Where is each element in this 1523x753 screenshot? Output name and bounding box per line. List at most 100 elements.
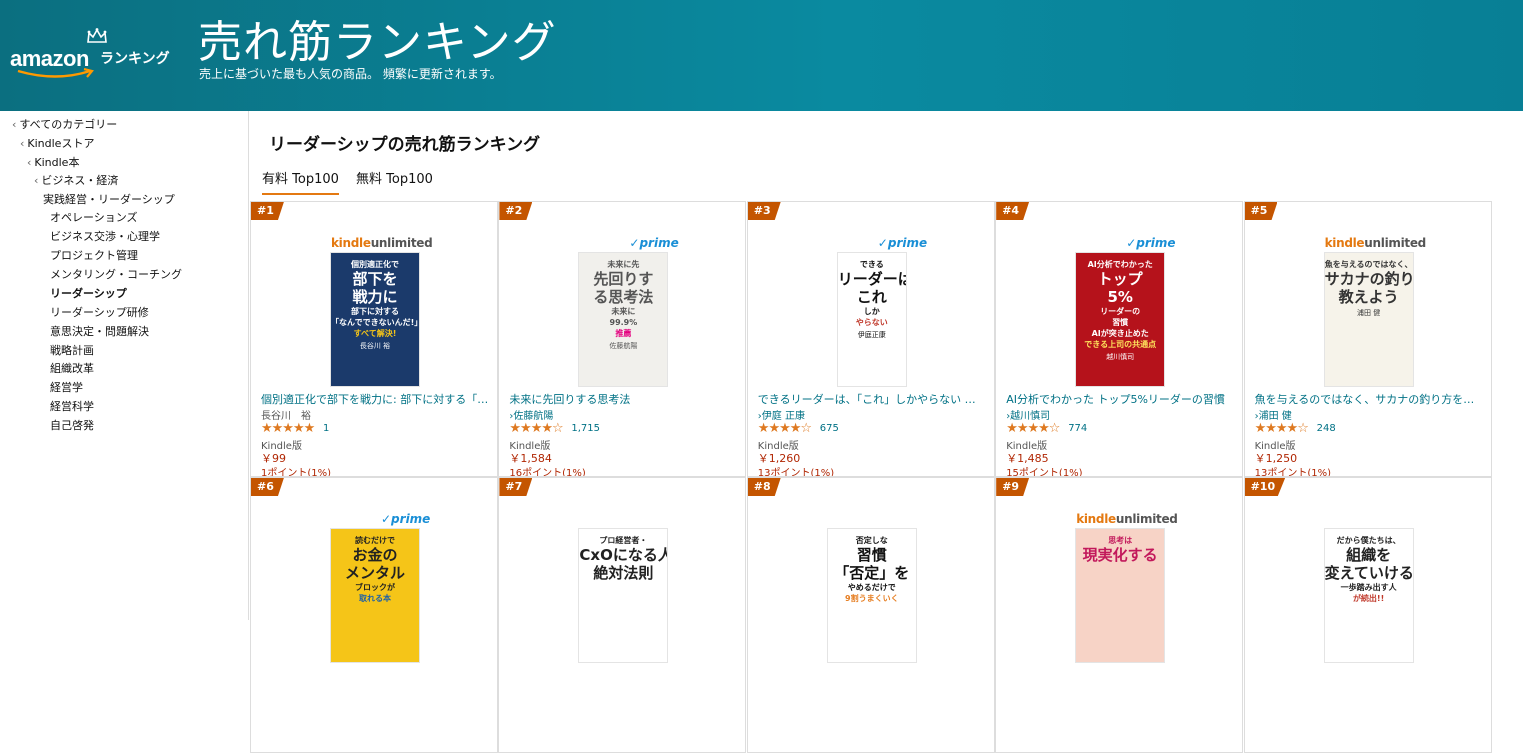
review-count-link[interactable]: 1	[323, 423, 329, 434]
review-count-link[interactable]: 1,715	[571, 423, 600, 434]
sidebar-item[interactable]: 意思決定・問題解決	[50, 323, 149, 339]
product-card[interactable]: #4 ✓prime AI分析でわかった トップ 5% リーダーの 習慣 AIが突き止めた できる…	[995, 201, 1244, 477]
sidebar-item-label: ビジネス・経済	[41, 174, 119, 187]
section-title: リーダーシップの売れ筋ランキング	[269, 135, 541, 155]
page-header: amazon ランキング 売れ筋ランキング 売上に基づいた最も人気の商品。 頻繁…	[0, 0, 1523, 111]
review-count-link[interactable]: 248	[1317, 423, 1336, 434]
sidebar-item-label: Kindleストア	[27, 137, 95, 150]
sidebar-item-label: 戦略計画	[50, 344, 94, 357]
cover-text: 戦力に	[352, 288, 398, 306]
star-rating-icon[interactable]: ★★★★☆	[1006, 421, 1060, 436]
sidebar-item-label: メンタリング・コーチング	[50, 268, 182, 281]
book-cover-image[interactable]: AI分析でわかった トップ 5% リーダーの 習慣 AIが突き止めた できる上司の共通点 越川…	[1075, 252, 1166, 387]
sidebar-item[interactable]: オペレーションズ	[50, 209, 138, 225]
sidebar-item[interactable]: 経営学	[50, 379, 83, 395]
book-cover-image[interactable]: 未来に先 先回りす る思考法 未来に 99.9% 推薦 佐藤航陽	[578, 252, 669, 387]
product-title-link[interactable]: 未来に先回りする思考法	[509, 391, 737, 407]
cover-text: 99.9%	[609, 318, 638, 327]
sidebar-item[interactable]: プロジェクト管理	[50, 247, 138, 263]
cover-text: 未来に先	[607, 260, 640, 269]
review-count-link[interactable]: 774	[1068, 423, 1087, 434]
product-card[interactable]: #1 kindleunlimited 個別適正化で 部下を 戦力に 部下に対する 「なんでで…	[250, 201, 498, 477]
product-title-link[interactable]: できるリーダーは、「これ」しかやらない メンバーが自ら動き出す「任せ方」のコツ	[758, 391, 986, 407]
book-cover-image[interactable]: 個別適正化で 部下を 戦力に 部下に対する 「なんでできないんだ!」 すべて解決! 長谷川 …	[330, 252, 420, 387]
product-card[interactable]: #3 ✓prime できるリーダーは、これしかやらない伊庭正康できるリーダーは、「こ…	[746, 201, 995, 477]
rank-badge: #9	[996, 478, 1030, 496]
tab-paid-top100[interactable]: 有料 Top100	[262, 168, 339, 195]
cover-author: 伊庭正康	[857, 331, 886, 339]
chevron-left-icon: ‹	[34, 174, 39, 187]
book-cover-image[interactable]: 否定しな 習慣 「否定」を やめるだけで 9割うまくいく	[826, 528, 917, 663]
amazon-ranking-logo[interactable]: amazon ランキング	[10, 28, 190, 83]
sidebar-item[interactable]: 実践経営・リーダーシップ	[43, 191, 175, 207]
product-card[interactable]: #2 ✓prime 未来に先 先回りす る思考法 未来に 99.9% 推薦 佐藤航陽 未来に先回り…	[498, 201, 747, 477]
page-subtitle: 売上に基づいた最も人気の商品。 頻繁に更新されます。	[199, 67, 502, 81]
product-card[interactable]: #6 ✓prime 読むだけで お金の メンタル ブロックが 取れる本	[250, 477, 498, 753]
sidebar-item-label: Kindle本	[34, 156, 80, 169]
rank-badge: #8	[747, 478, 781, 496]
ku-kindle: kindle	[1324, 236, 1365, 250]
product-card[interactable]: #7 プロ経営者・CxOになる人の絶対法則	[498, 477, 747, 753]
sidebar-item[interactable]: 組織改革	[50, 360, 94, 376]
sidebar-item[interactable]: 戦略計画	[50, 342, 94, 358]
cover-text: 5%	[1107, 288, 1133, 306]
product-author[interactable]: ›浦田 健	[1255, 407, 1292, 422]
sidebar-item[interactable]: ‹ ビジネス・経済	[34, 172, 118, 188]
book-cover-image[interactable]: 読むだけで お金の メンタル ブロックが 取れる本	[330, 528, 420, 663]
product-author: 長谷川 裕	[261, 411, 311, 422]
cover-text: プロ経営者・	[599, 536, 648, 545]
sidebar-item[interactable]: ‹ すべてのカテゴリー	[12, 116, 117, 132]
product-card[interactable]: #10 だから僕たちは、 組織を 変えていける 一歩踏み出す人 が続出!!	[1243, 477, 1492, 753]
sidebar-item[interactable]: 自己啓発	[50, 417, 94, 433]
star-rating-icon[interactable]: ★★★★☆	[1255, 421, 1309, 436]
rank-badge: #7	[499, 478, 533, 496]
sidebar-item[interactable]: ‹ Kindleストア	[20, 135, 94, 151]
kindle-unlimited-logo: kindleunlimited	[1324, 236, 1427, 250]
star-rating-icon[interactable]: ★★★★★	[261, 421, 315, 436]
sidebar-item-label: オペレーションズ	[50, 211, 138, 224]
sidebar-item[interactable]: 経営科学	[50, 398, 94, 414]
sidebar-item[interactable]: メンタリング・コーチング	[50, 266, 182, 282]
product-points: 13ポイント(1%)	[1254, 468, 1331, 477]
sidebar-item-label: 組織改革	[50, 362, 94, 375]
sidebar-item-label: 自己啓発	[50, 419, 94, 432]
book-cover-image[interactable]: できるリーダーは、これしかやらない伊庭正康	[836, 252, 907, 387]
sidebar-item[interactable]: ビジネス交渉・心理学	[50, 228, 160, 244]
star-rating-icon[interactable]: ★★★★☆	[758, 421, 812, 436]
tab-free-top100[interactable]: 無料 Top100	[356, 168, 433, 193]
cover-text: リーダーの	[1100, 307, 1141, 316]
rank-badge: #1	[251, 202, 284, 220]
cover-author: 越川慎司	[1106, 353, 1135, 361]
cover-text: AIが突き止めた	[1091, 329, 1149, 338]
book-cover-image[interactable]: 魚を与えるのではなく、サカナの釣り方を教えよう浦田 健	[1323, 252, 1414, 387]
sidebar-item[interactable]: ‹ Kindle本	[27, 154, 79, 170]
cover-text: 「なんでできないんだ!」	[331, 318, 420, 327]
sidebar-item-label: プロジェクト管理	[50, 249, 138, 262]
product-author[interactable]: ›佐藤航陽	[509, 407, 553, 422]
cover-text: できる上司の共通点	[1084, 340, 1157, 349]
product-title-link[interactable]: 個別適正化で部下を戦力に: 部下に対する「なんでできないんだ!」すべて解決!	[261, 391, 489, 407]
cover-text: お金の	[352, 546, 398, 564]
product-title-link[interactable]: AI分析でわかった トップ5%リーダーの習慣	[1006, 391, 1234, 407]
product-author[interactable]: ›伊庭 正康	[758, 407, 805, 422]
review-count-link[interactable]: 675	[820, 423, 839, 434]
star-rating-icon[interactable]: ★★★★☆	[509, 421, 563, 436]
kindle-unlimited-logo: kindleunlimited	[331, 236, 433, 250]
cover-text: できる	[859, 260, 884, 269]
cover-text: 魚を与えるのではなく、	[1324, 260, 1413, 269]
cover-text: 取れる本	[359, 594, 391, 603]
sidebar-item-label: 実践経営・リーダーシップ	[43, 193, 175, 206]
product-title-link[interactable]: 魚を与えるのではなく、サカナの釣り方を教えよう	[1255, 391, 1483, 407]
product-author[interactable]: ›越川慎司	[1006, 407, 1050, 422]
sidebar-item[interactable]: リーダーシップ研修	[50, 304, 149, 320]
book-cover-image[interactable]: だから僕たちは、 組織を 変えていける 一歩踏み出す人 が続出!!	[1323, 528, 1414, 663]
book-cover-image[interactable]: プロ経営者・CxOになる人の絶対法則	[578, 528, 669, 663]
product-card[interactable]: #5 kindleunlimited 魚を与えるのではなく、サカナの釣り方を教えよう…	[1243, 201, 1492, 477]
cover-text: サカナの釣り方を	[1324, 270, 1414, 288]
sidebar-item-label: すべてのカテゴリー	[19, 118, 118, 131]
product-card[interactable]: #8 否定しな 習慣 「否定」を やめるだけで 9割うまくいく	[746, 477, 995, 753]
book-cover-image[interactable]: 思考は 現実化する	[1075, 528, 1166, 663]
product-card[interactable]: #9 kindleunlimited 思考は 現実化する	[995, 477, 1244, 753]
cover-text: 習慣	[1112, 318, 1129, 327]
rank-badge: #4	[996, 202, 1030, 220]
